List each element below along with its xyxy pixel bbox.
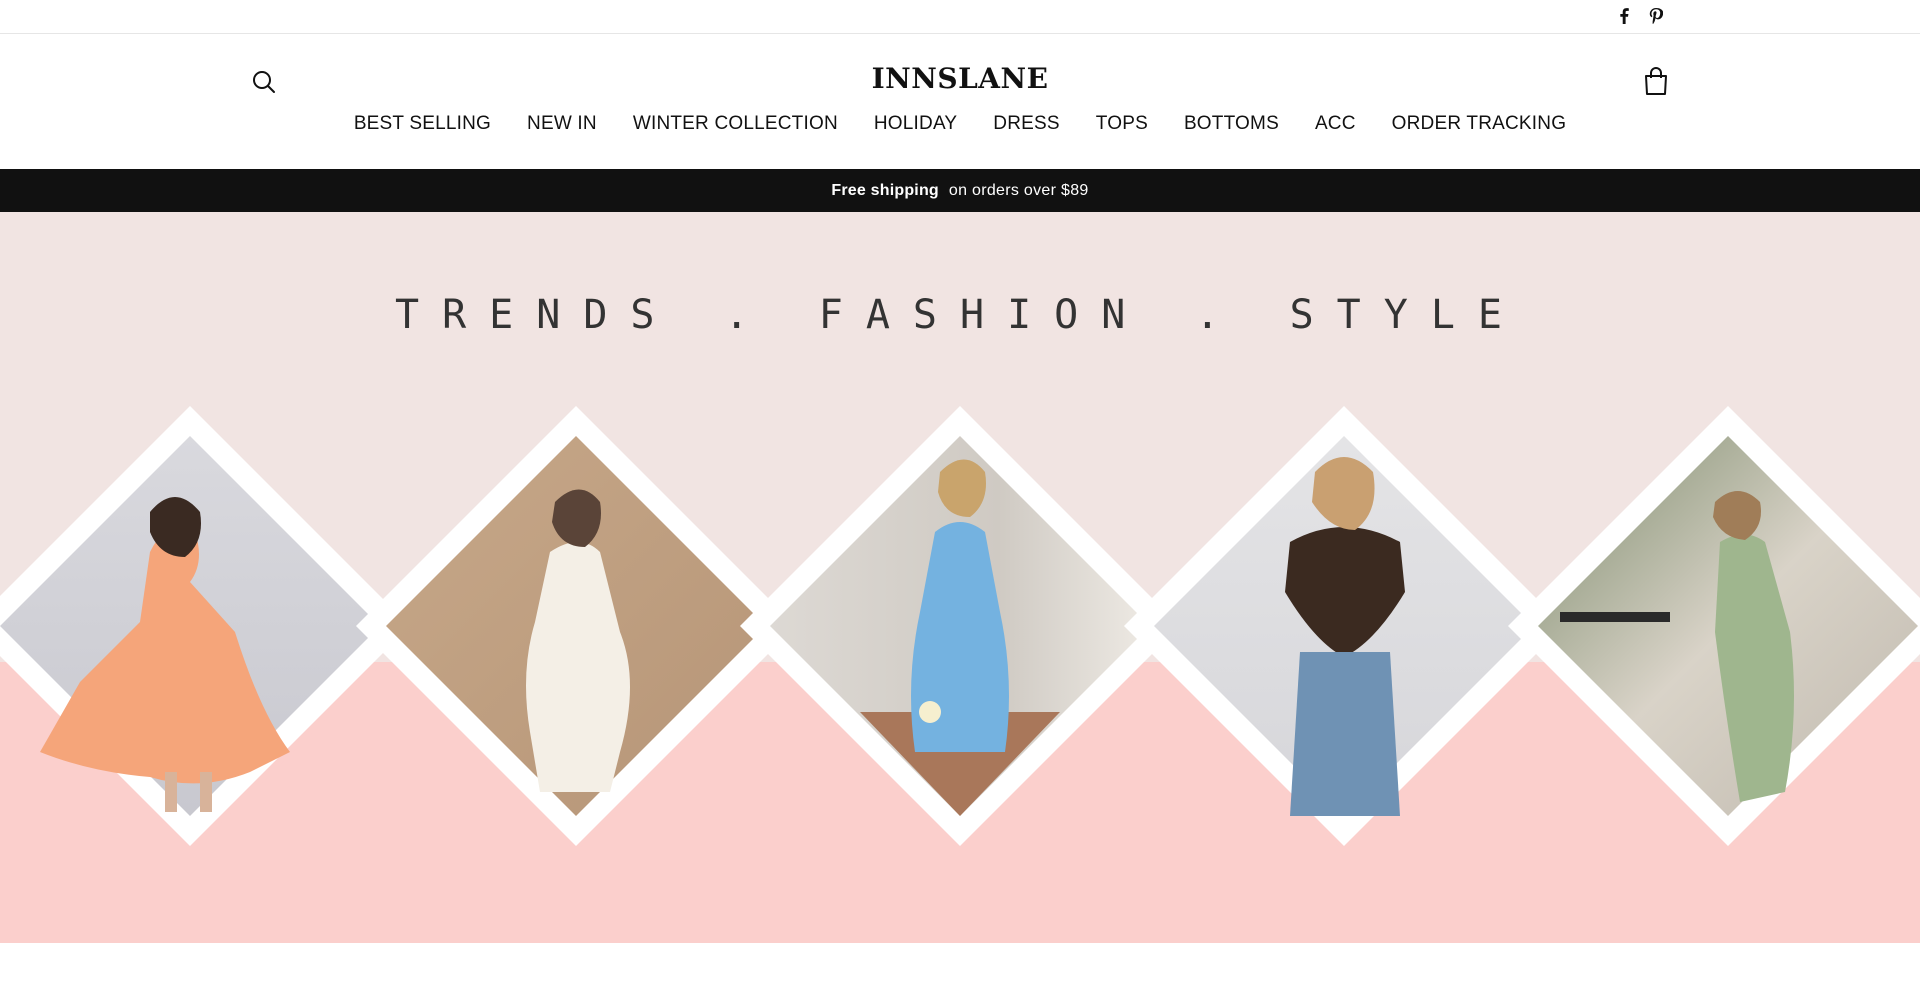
utility-bar bbox=[0, 0, 1920, 34]
nav-item-winter-collection[interactable]: WINTER COLLECTION bbox=[615, 113, 856, 135]
announcement-strong: Free shipping bbox=[831, 181, 939, 199]
nav-item-holiday[interactable]: HOLIDAY bbox=[856, 113, 975, 135]
page-below-fold bbox=[0, 943, 1920, 993]
nav-item-new-in[interactable]: NEW IN bbox=[509, 113, 615, 135]
pinterest-icon[interactable] bbox=[1646, 6, 1666, 26]
nav-item-tops[interactable]: TOPS bbox=[1078, 113, 1166, 135]
nav-item-best-selling[interactable]: BEST SELLING bbox=[336, 113, 509, 135]
social-links bbox=[1614, 6, 1666, 26]
cart-icon[interactable] bbox=[1642, 66, 1670, 96]
facebook-icon[interactable] bbox=[1614, 6, 1634, 26]
nav-item-order-tracking[interactable]: ORDER TRACKING bbox=[1374, 113, 1585, 135]
nav-item-dress[interactable]: DRESS bbox=[975, 113, 1077, 135]
announcement-text: on orders over $89 bbox=[948, 181, 1089, 199]
site-logo[interactable]: INNSLANE bbox=[0, 62, 1920, 95]
main-nav: BEST SELLING NEW IN WINTER COLLECTION HO… bbox=[0, 113, 1920, 135]
nav-item-bottoms[interactable]: BOTTOMS bbox=[1166, 113, 1297, 135]
hero-title: TRENDS . FASHION . STYLE bbox=[395, 292, 1525, 338]
nav-item-acc[interactable]: ACC bbox=[1297, 113, 1374, 135]
hero-banner[interactable]: TRENDS . FASHION . STYLE bbox=[0, 212, 1920, 943]
announcement-bar: Free shipping on orders over $89 bbox=[0, 169, 1920, 212]
site-header: INNSLANE BEST SELLING NEW IN WINTER COLL… bbox=[0, 34, 1920, 169]
